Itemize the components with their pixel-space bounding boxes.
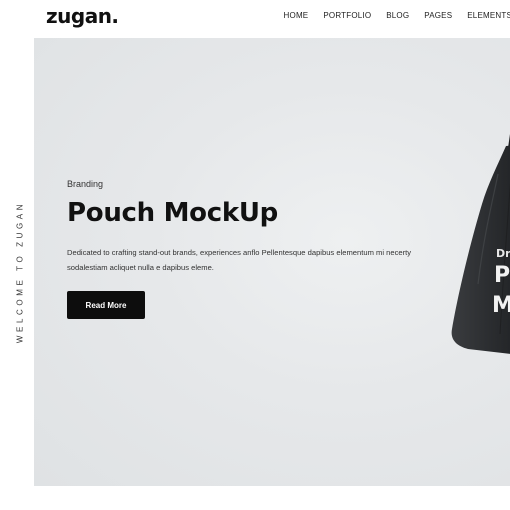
main-nav: HOME PORTFOLIO BLOG PAGES ELEMENTS [284, 11, 510, 20]
hero-description: Dedicated to crafting stand-out brands, … [67, 248, 412, 272]
pouch-printed-text: Dr P M [492, 247, 510, 318]
welcome-side-text: WELCOME TO ZUGAN [15, 200, 25, 344]
nav-item-blog[interactable]: BLOG [386, 11, 409, 20]
pouch-text-line-1: Dr [496, 247, 510, 260]
read-more-button[interactable]: Read More [67, 291, 145, 319]
nav-item-pages[interactable]: PAGES [424, 11, 452, 20]
pouch-text-line-2: P [494, 263, 510, 288]
nav-item-elements[interactable]: ELEMENTS [467, 11, 510, 20]
nav-item-portfolio[interactable]: PORTFOLIO [323, 11, 371, 20]
hero-category: Branding [67, 179, 104, 189]
hero-slide: Branding Pouch MockUp Dedicated to craft… [34, 38, 510, 486]
page: zugan. HOME PORTFOLIO BLOG PAGES ELEMENT… [0, 0, 510, 510]
pouch-text-line-3: M [492, 293, 510, 318]
nav-item-home[interactable]: HOME [284, 11, 309, 20]
site-header: zugan. HOME PORTFOLIO BLOG PAGES ELEMENT… [0, 0, 510, 36]
logo[interactable]: zugan. [46, 4, 119, 28]
pouch-mockup-image: Dr P M [448, 134, 510, 374]
hero-title: Pouch MockUp [67, 198, 278, 228]
